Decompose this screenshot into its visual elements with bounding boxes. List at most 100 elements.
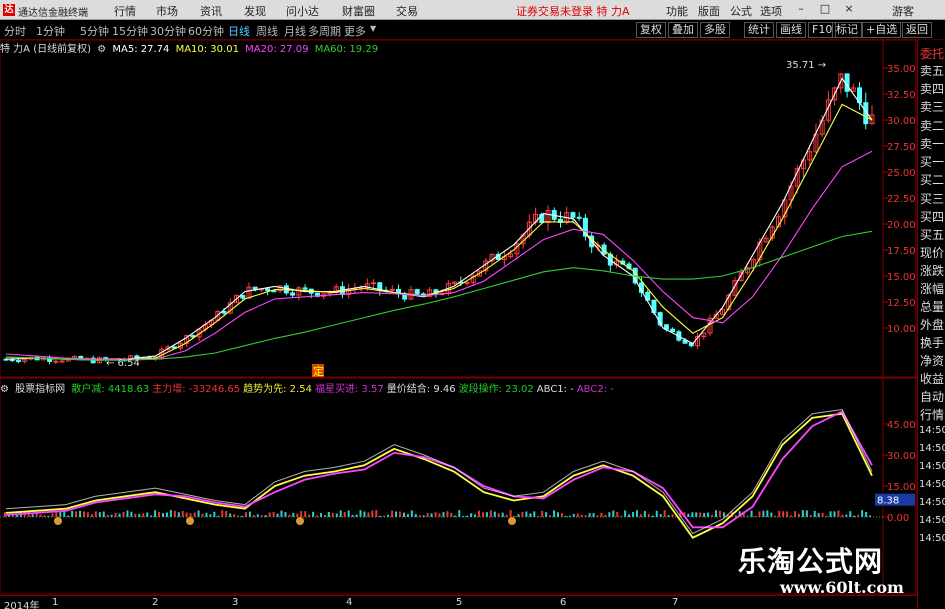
- indicator-bar: [560, 513, 563, 517]
- indicator-bar: [529, 513, 532, 517]
- indicator-bar: [83, 511, 85, 517]
- indicator-bar: [750, 510, 753, 517]
- indicator-bar: [829, 511, 832, 517]
- indicator-axis-label: 45.00: [887, 420, 916, 431]
- indicator-bar: [699, 512, 702, 517]
- indicator-bar: [639, 514, 642, 517]
- side-panel-item[interactable]: 行情: [919, 406, 945, 423]
- side-panel-item[interactable]: 买一: [919, 153, 945, 170]
- indicator-bar: [118, 513, 121, 517]
- indicator-bar: [300, 511, 303, 517]
- side-panel-item[interactable]: 净资: [919, 352, 945, 369]
- candle-body: [389, 288, 395, 291]
- side-panel-item[interactable]: 买二: [919, 171, 945, 188]
- side-panel-item[interactable]: 14:50: [919, 497, 945, 508]
- indicator-bar: [533, 511, 536, 517]
- indicator-bar: [442, 512, 445, 517]
- x-tick-label: 4: [346, 597, 353, 608]
- indicator-bar: [98, 512, 101, 517]
- indicator-bar: [162, 513, 164, 517]
- indicator-bar: [485, 512, 488, 517]
- indicator-axis-label: 15.00: [887, 482, 916, 493]
- side-panel-item[interactable]: 14:50: [919, 443, 945, 454]
- indicator-bar: [663, 510, 666, 517]
- side-panel-item[interactable]: 自动: [919, 388, 945, 405]
- side-panel-item[interactable]: 14:50: [919, 461, 945, 472]
- price-axis-label: 27.50: [887, 142, 916, 153]
- candle-body: [53, 360, 59, 363]
- price-axis-label: 15.00: [887, 272, 916, 283]
- side-panel-item[interactable]: 总量: [919, 298, 945, 315]
- indicator-bar: [833, 511, 836, 517]
- indicator-bar: [122, 511, 125, 517]
- side-panel-item[interactable]: 买五: [919, 226, 945, 243]
- side-panel-item[interactable]: 14:50: [919, 425, 945, 436]
- side-panel-item[interactable]: 卖二: [919, 117, 945, 134]
- side-panel-item[interactable]: 收益: [919, 370, 945, 387]
- indicator-bar: [284, 512, 287, 517]
- indicator-axis-label: 30.00: [887, 451, 916, 462]
- watermark-title: 乐淘公式网: [738, 545, 884, 578]
- side-panel-item[interactable]: 卖一: [919, 135, 945, 152]
- indicator-bar: [79, 510, 82, 517]
- side-panel-item[interactable]: 外盘: [919, 316, 945, 333]
- indicator-bar: [252, 515, 255, 517]
- indicator-bar: [67, 515, 70, 517]
- indicator-bar: [557, 512, 559, 517]
- indicator-bar: [632, 512, 635, 517]
- side-panel-item[interactable]: 14:50: [919, 533, 945, 544]
- indicator-bar: [801, 510, 804, 517]
- candle-body: [464, 281, 470, 284]
- side-panel-item[interactable]: 买四: [919, 208, 945, 225]
- indicator-bar: [94, 511, 97, 517]
- indicator-bar: [75, 511, 78, 517]
- side-panel-item[interactable]: 买三: [919, 190, 945, 207]
- indicator-bar: [837, 510, 840, 517]
- side-panel-item[interactable]: 涨幅: [919, 280, 945, 297]
- candle-body: [670, 328, 676, 333]
- indicator-bar: [521, 512, 524, 517]
- ma-line-ma10: [5, 103, 873, 360]
- indicator-bar: [169, 510, 172, 517]
- indicator-bar: [375, 510, 378, 517]
- side-panel-item[interactable]: 14:50: [919, 515, 945, 526]
- candle-body: [265, 288, 271, 292]
- indicator-bar: [497, 513, 500, 517]
- side-panel-item[interactable]: 卖五: [919, 62, 945, 79]
- side-panel-item[interactable]: 卖四: [919, 80, 945, 97]
- side-panel-item[interactable]: 涨跌: [919, 262, 945, 279]
- indicator-bar: [778, 510, 781, 517]
- side-panel-item[interactable]: 14:50: [919, 479, 945, 490]
- kline-chart[interactable]: 35.00 32.50 30.00 27.50 25.00 22.50 20.00 17.50…: [0, 0, 917, 595]
- indicator-bar: [130, 511, 133, 517]
- indicator-bar: [628, 514, 631, 517]
- indicator-bar: [241, 515, 243, 517]
- indicator-bar: [478, 510, 480, 517]
- x-tick-label: 5: [456, 597, 463, 608]
- indicator-bar: [766, 510, 769, 517]
- indicator-bar: [592, 513, 595, 517]
- indicator-bar: [320, 513, 322, 517]
- indicator-bar: [782, 511, 785, 517]
- marker-label: 定: [313, 364, 324, 378]
- indicator-bar: [316, 515, 319, 517]
- indicator-bar: [466, 515, 469, 517]
- indicator-axis-label: 0.00: [887, 513, 909, 524]
- indicator-bar: [426, 512, 429, 517]
- side-panel-item[interactable]: 换手: [919, 334, 945, 351]
- indicator-bar: [15, 514, 18, 517]
- side-panel-item[interactable]: 卖三: [919, 98, 945, 115]
- side-panel-item[interactable]: 委托: [919, 45, 945, 62]
- indicator-bar: [193, 512, 196, 517]
- indicator-bar: [861, 510, 864, 517]
- price-panel-frame: [0, 39, 917, 378]
- indicator-bar: [458, 510, 461, 517]
- indicator-bar: [564, 515, 567, 517]
- indicator-bar: [272, 511, 275, 517]
- time-axis: 2014年 1 2 3 4 5 6 7: [0, 595, 917, 609]
- side-panel-item[interactable]: 现价: [919, 244, 945, 261]
- high-annotation: 35.71 →: [786, 60, 826, 71]
- indicator-bar: [102, 511, 105, 517]
- indicator-bar: [790, 515, 793, 517]
- price-axis-label: 22.50: [887, 194, 916, 205]
